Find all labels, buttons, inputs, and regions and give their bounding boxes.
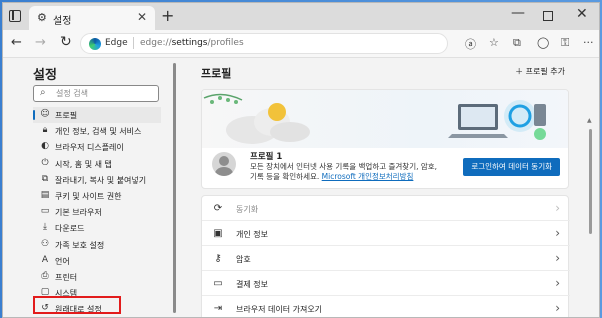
- settings-title: 설정: [33, 68, 57, 83]
- profiles-main: 프로필 ＋ 프로필 추가 프로필 1 모든 장치에서 인터넷 사용 기록을 백업…: [201, 59, 571, 317]
- gear-icon: ⚙: [37, 11, 47, 24]
- sidebar-item-share-copy-paste[interactable]: ⧉ 잘라내기, 복사 및 붙여넣기: [33, 172, 161, 188]
- minimize-button[interactable]: —: [511, 5, 525, 21]
- search-placeholder: 설정 검색: [56, 89, 88, 98]
- tab-actions-icon[interactable]: [9, 10, 21, 22]
- settings-content: 설정 ⌕ 설정 검색 ☺ 프로필 🔒︎ 개인 정보, 검색 및 서비스 ◐ 브라우저 …: [3, 59, 599, 317]
- tab-settings[interactable]: ⚙ 설정 ✕: [29, 6, 155, 30]
- browser-icon: ▭: [40, 206, 50, 217]
- chevron-right-icon: ›: [555, 226, 560, 240]
- family-icon: ⚇: [40, 238, 50, 249]
- row-payment-info[interactable]: ▭ 결제 정보 ›: [202, 271, 570, 296]
- avatar: [212, 152, 236, 176]
- sidebar-item-downloads[interactable]: ⤓ 다운로드: [33, 220, 161, 236]
- language-icon: A: [41, 254, 49, 265]
- sidebar-item-appearance[interactable]: ◐ 브라우저 디스플레이: [33, 139, 161, 155]
- sidebar-item-languages[interactable]: A 언어: [33, 253, 161, 269]
- sidebar-item-privacy[interactable]: 🔒︎ 개인 정보, 검색 및 서비스: [33, 123, 161, 139]
- back-button[interactable]: ←: [11, 35, 22, 50]
- read-aloud-icon[interactable]: ⓐ: [465, 36, 476, 52]
- profile-card: 프로필 1 모든 장치에서 인터넷 사용 기록을 백업하고 즐겨찾기, 암호, …: [201, 89, 569, 189]
- collections-icon[interactable]: ⧉: [513, 36, 521, 50]
- sidebar-item-printers[interactable]: ⎙ 프린터: [33, 269, 161, 285]
- sidebar-item-start-home[interactable]: ⏻ 시작, 홈 및 새 탭: [33, 156, 161, 172]
- maximize-button[interactable]: [543, 11, 553, 21]
- tab-bar: ⚙ 설정 ✕ + — ✕: [3, 3, 599, 30]
- more-menu-icon[interactable]: ···: [583, 36, 594, 49]
- search-icon: ⌕: [40, 87, 46, 98]
- forward-button[interactable]: →: [35, 35, 46, 50]
- reset-highlight-box: [33, 296, 121, 314]
- favorite-star-icon[interactable]: ☆: [489, 36, 499, 49]
- refresh-button[interactable]: ↻: [60, 34, 72, 50]
- chevron-right-icon: ›: [555, 301, 560, 315]
- row-sync[interactable]: ⟳ 동기화 ›: [202, 196, 570, 221]
- profile-banner-illustration: [202, 90, 568, 148]
- key-icon: ⚷: [214, 253, 222, 264]
- main-scrollbar[interactable]: [589, 129, 592, 234]
- printer-icon: ⎙: [41, 270, 49, 281]
- import-icon: ⇥: [213, 303, 223, 314]
- sidebar-item-profile[interactable]: ☺ 프로필: [33, 107, 161, 124]
- add-profile-button[interactable]: ＋ 프로필 추가: [515, 66, 565, 77]
- close-window-button[interactable]: ✕: [576, 6, 588, 22]
- privacy-policy-link[interactable]: Microsoft 개인정보처리방침: [322, 172, 414, 181]
- settings-menu: ☺ 프로필 🔒︎ 개인 정보, 검색 및 서비스 ◐ 브라우저 디스플레이 ⏻ 시작, …: [33, 107, 161, 317]
- profile-icon[interactable]: ◯: [537, 36, 549, 49]
- page-title: 프로필: [201, 67, 232, 80]
- tab-title: 설정: [53, 16, 72, 27]
- profile-description: 모든 장치에서 인터넷 사용 기록을 백업하고 즐겨찾기, 암호, 기록 등을 …: [250, 162, 438, 181]
- settings-sidebar: 설정 ⌕ 설정 검색 ☺ 프로필 🔒︎ 개인 정보, 검색 및 서비스 ◐ 브라우저 …: [3, 59, 173, 317]
- share-icon: ⧉: [41, 173, 49, 184]
- cookie-icon: ▤: [40, 189, 50, 200]
- profile-name: 프로필 1: [250, 152, 283, 162]
- sign-in-sync-button[interactable]: 로그인하여 데이터 동기화: [463, 158, 560, 176]
- chevron-right-icon: ›: [555, 276, 560, 290]
- chevron-right-icon: ›: [555, 251, 560, 265]
- profile-settings-list: ⟳ 동기화 › ▣ 개인 정보 › ⚷ 암호 › ▭ 결제 정보 › ⇥ 브라우…: [201, 195, 570, 317]
- row-import-data[interactable]: ⇥ 브라우저 데이터 가져오기 ›: [202, 296, 570, 317]
- address-divider: [133, 37, 134, 49]
- scroll-up-arrow-icon[interactable]: ▲: [587, 117, 592, 124]
- sidebar-scrollbar[interactable]: [173, 63, 176, 313]
- settings-search-input[interactable]: ⌕ 설정 검색: [33, 85, 159, 102]
- sidebar-item-cookies[interactable]: ▤ 쿠키 및 사이트 권한: [33, 188, 161, 204]
- extensions-icon[interactable]: ⚿: [561, 36, 569, 50]
- credit-card-icon: ▭: [213, 278, 223, 289]
- download-icon: ⤓: [43, 222, 47, 233]
- row-passwords[interactable]: ⚷ 암호 ›: [202, 246, 570, 271]
- sync-icon: ⟳: [213, 203, 223, 214]
- edge-logo-icon: [89, 38, 101, 50]
- id-card-icon: ▣: [213, 228, 223, 239]
- close-tab-icon[interactable]: ✕: [137, 10, 147, 24]
- address-brand: Edge: [105, 38, 128, 48]
- row-personal-info[interactable]: ▣ 개인 정보 ›: [202, 221, 570, 246]
- address-url: edge://settings/profiles: [140, 38, 244, 48]
- lock-icon: 🔒︎: [42, 125, 48, 136]
- navigation-toolbar: ← → ↻ Edge edge://settings/profiles ⓐ ☆ …: [3, 30, 599, 58]
- chevron-right-icon: ›: [555, 201, 560, 215]
- user-icon: ☺: [40, 109, 50, 119]
- brush-icon: ◐: [41, 141, 49, 152]
- power-icon: ⏻: [41, 157, 49, 168]
- sidebar-item-family[interactable]: ⚇ 가족 보호 설정: [33, 237, 161, 253]
- sidebar-item-default-browser[interactable]: ▭ 기본 브라우저: [33, 204, 161, 220]
- address-bar[interactable]: Edge edge://settings/profiles: [80, 33, 448, 54]
- browser-window: ⚙ 설정 ✕ + — ✕ ← → ↻ Edge edge://settings/…: [2, 2, 600, 318]
- new-tab-button[interactable]: +: [161, 6, 174, 25]
